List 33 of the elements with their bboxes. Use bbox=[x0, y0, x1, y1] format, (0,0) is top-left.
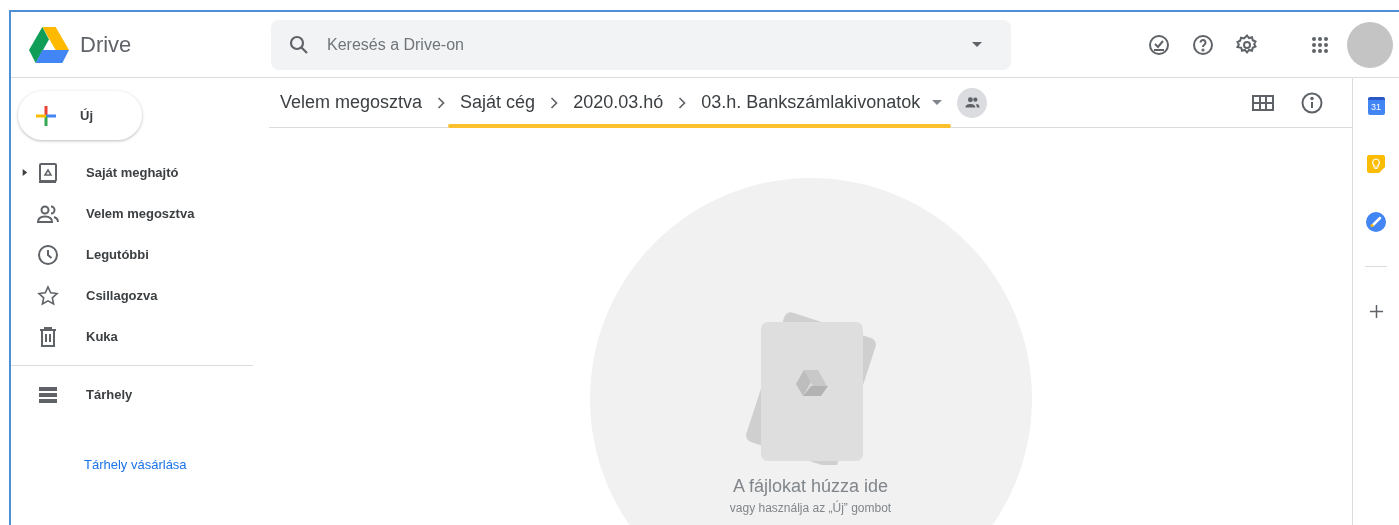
breadcrumb-item[interactable]: Saját cég bbox=[458, 89, 538, 116]
breadcrumb-item[interactable]: 2020.03.hó bbox=[571, 89, 666, 116]
dropdown-caret-icon[interactable] bbox=[972, 42, 982, 47]
check-circle-icon[interactable] bbox=[1147, 32, 1171, 57]
expand-caret-icon[interactable] bbox=[20, 168, 29, 177]
sidebar-item[interactable]: Saját meghajtó bbox=[11, 152, 253, 193]
info-icon[interactable] bbox=[1300, 90, 1324, 115]
add-icon[interactable] bbox=[1368, 304, 1384, 319]
search-bar[interactable]: Keresés a Drive-on bbox=[271, 19, 1011, 70]
calendar-icon[interactable]: 31 bbox=[1367, 97, 1385, 115]
sidebar-item[interactable]: Legutóbbi bbox=[11, 234, 253, 275]
star-icon bbox=[36, 283, 60, 308]
app-name: Drive bbox=[80, 31, 132, 59]
new-button[interactable]: Új bbox=[18, 91, 142, 140]
buy-storage-link[interactable]: Tárhely vásárlása bbox=[84, 455, 187, 475]
dropdown-caret-icon[interactable] bbox=[932, 100, 943, 105]
sidebar-item[interactable]: Tárhely bbox=[11, 374, 253, 415]
sidebar-item[interactable]: Velem megosztva bbox=[11, 193, 253, 234]
help-icon[interactable] bbox=[1191, 32, 1215, 57]
sidebar-item[interactable]: Csillagozva bbox=[11, 275, 253, 316]
sidebar-item[interactable]: Kuka bbox=[11, 316, 253, 357]
drive-icon bbox=[36, 160, 60, 185]
empty-state-title: A fájlokat húzza ide bbox=[732, 475, 889, 497]
apps-grid-icon[interactable] bbox=[1311, 35, 1329, 54]
empty-state-subtitle: vagy használja az „Új” gombot bbox=[729, 501, 892, 515]
grid-view-icon[interactable] bbox=[1252, 94, 1274, 111]
plus-icon bbox=[34, 103, 58, 128]
drive-logo bbox=[29, 26, 69, 63]
search-field[interactable]: Keresés a Drive-on bbox=[327, 32, 972, 57]
tasks-icon[interactable] bbox=[1366, 212, 1386, 232]
clock-icon bbox=[36, 242, 60, 267]
breadcrumb-item[interactable]: Velem megosztva bbox=[278, 89, 425, 116]
breadcrumb-item[interactable]: 03.h. Bankszámlakivonatok bbox=[699, 89, 923, 116]
